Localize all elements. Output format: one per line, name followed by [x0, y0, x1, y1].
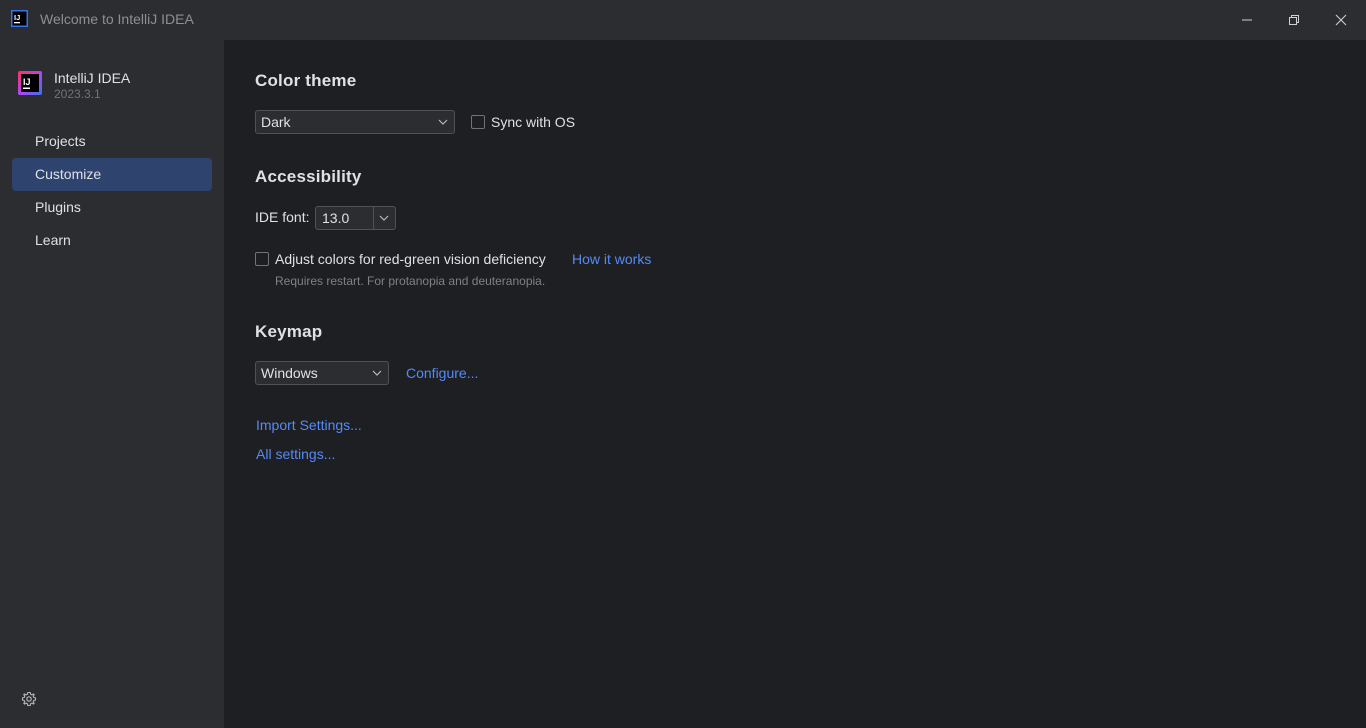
sidebar-item-projects[interactable]: Projects: [12, 125, 212, 158]
keymap-dropdown[interactable]: Windows: [255, 361, 389, 385]
adjust-colors-label: Adjust colors for red-green vision defic…: [275, 251, 546, 267]
sync-with-os-label: Sync with OS: [491, 114, 576, 130]
sidebar-item-plugins[interactable]: Plugins: [12, 191, 212, 224]
sidebar-item-learn[interactable]: Learn: [12, 224, 212, 257]
app-version: 2023.3.1: [54, 87, 101, 101]
ide-font-combo[interactable]: 13.0: [315, 206, 396, 230]
how-it-works-link[interactable]: How it works: [572, 251, 651, 267]
restart-hint: Requires restart. For protanopia and deu…: [275, 274, 546, 288]
all-settings-link[interactable]: All settings...: [256, 446, 335, 462]
chevron-down-icon: [438, 119, 448, 125]
keymap-value: Windows: [261, 365, 318, 381]
close-icon: [1335, 14, 1347, 26]
color-theme-dropdown[interactable]: Dark: [255, 110, 455, 134]
restore-icon: [1289, 15, 1299, 25]
color-theme-value: Dark: [261, 114, 291, 130]
intellij-logo-icon: IJ: [11, 10, 28, 27]
svg-text:IJ: IJ: [14, 13, 20, 22]
sidebar-nav: Projects Customize Plugins Learn: [12, 125, 212, 257]
minimize-icon: [1242, 19, 1252, 21]
sidebar-item-customize[interactable]: Customize: [12, 158, 212, 191]
color-theme-title: Color theme: [255, 71, 357, 90]
chevron-down-icon[interactable]: [379, 214, 389, 222]
customize-panel: Color theme Dark Sync with OS Accessibil…: [224, 40, 1366, 728]
title-bar: IJ Welcome to IntelliJ IDEA: [0, 0, 1366, 40]
minimize-button[interactable]: [1224, 0, 1270, 40]
close-button[interactable]: [1318, 0, 1364, 40]
intellij-app-logo-icon: IJ: [18, 71, 42, 95]
chevron-down-icon: [372, 370, 382, 376]
import-settings-link[interactable]: Import Settings...: [256, 417, 362, 433]
gear-icon[interactable]: [21, 691, 37, 707]
window-title: Welcome to IntelliJ IDEA: [40, 11, 194, 27]
app-name: IntelliJ IDEA: [54, 70, 131, 86]
accessibility-title: Accessibility: [255, 167, 362, 186]
sync-with-os-checkbox[interactable]: [471, 115, 485, 129]
combo-separator: [373, 207, 374, 229]
ide-font-label: IDE font:: [255, 209, 310, 225]
keymap-title: Keymap: [255, 322, 323, 341]
configure-keymap-link[interactable]: Configure...: [406, 365, 478, 381]
ide-font-value[interactable]: 13.0: [322, 210, 349, 226]
adjust-colors-checkbox[interactable]: [255, 252, 269, 266]
svg-text:IJ: IJ: [23, 77, 31, 87]
restore-button[interactable]: [1271, 0, 1317, 40]
sidebar: IJ IntelliJ IDEA 2023.3.1 Projects Custo…: [0, 40, 224, 728]
